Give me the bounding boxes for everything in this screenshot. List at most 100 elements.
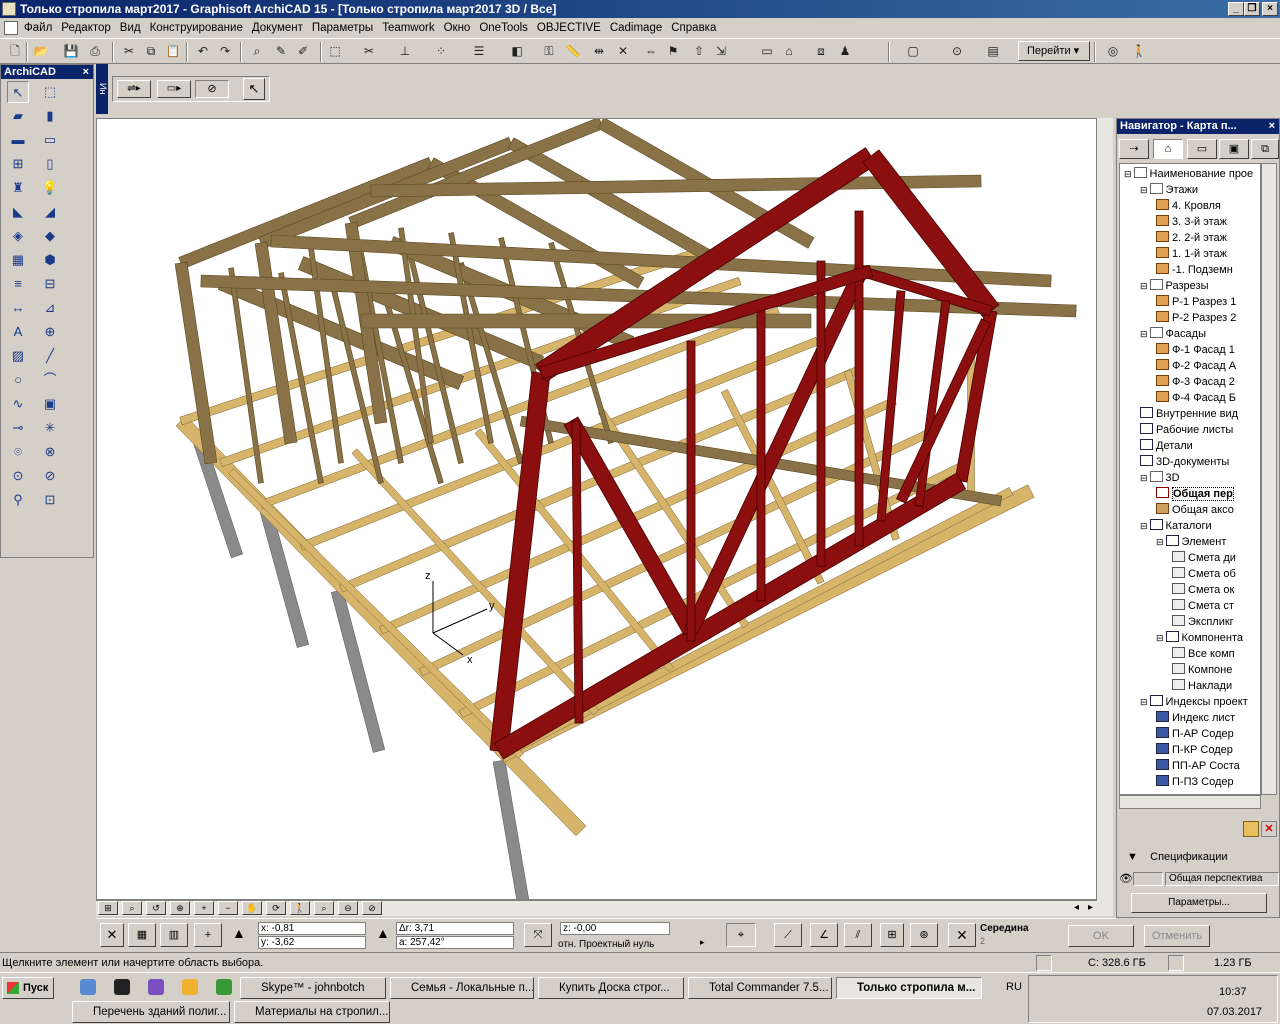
railing-tool-icon[interactable]: ⊟: [39, 273, 61, 295]
taskbar-window-button[interactable]: Skype™ - johnbotch: [240, 977, 386, 999]
section-icon[interactable]: ⊙: [948, 42, 966, 60]
menu-item-2[interactable]: Вид: [120, 22, 141, 34]
taskbar-window-button[interactable]: Total Commander 7.5...: [688, 977, 832, 999]
lamp-tool-icon[interactable]: 💡: [39, 177, 61, 199]
tree-node[interactable]: Ф-2 Фасад А: [1156, 358, 1236, 374]
camera-tool-icon[interactable]: ⌾: [7, 441, 29, 463]
split-icon[interactable]: ⇔: [642, 42, 660, 60]
tree-node[interactable]: ⊟ Каталоги: [1140, 518, 1212, 534]
marquee-icon[interactable]: ⬚: [326, 42, 344, 60]
close-button[interactable]: ×: [1262, 2, 1278, 16]
taskbar-window-button[interactable]: Купить Доска строг...: [538, 977, 684, 999]
zoom-view-icon[interactable]: ⌕: [122, 901, 142, 915]
figure-tool-icon[interactable]: ▣: [39, 393, 61, 415]
dimension-tool-icon[interactable]: ↔: [7, 297, 29, 319]
viewport-vertical-scrollbar[interactable]: [1097, 118, 1113, 916]
taskbar-window-button[interactable]: Перечень зданий полиг...: [72, 1001, 230, 1023]
open-icon[interactable]: 📂: [32, 42, 50, 60]
tree-node[interactable]: Ф-1 Фасад 1: [1156, 342, 1235, 358]
tree-node[interactable]: П-ПЗ Содер: [1156, 774, 1234, 790]
tree-node[interactable]: ⊟ Фасады: [1140, 326, 1206, 342]
tree-node[interactable]: П-АР Содер: [1156, 726, 1234, 742]
perpendicular-icon[interactable]: ⟋: [774, 923, 802, 947]
view-map-tab-icon[interactable]: ⌂: [1153, 139, 1183, 159]
user-origin-icon[interactable]: ⤧: [524, 923, 552, 947]
tree-node[interactable]: 3D-документы: [1140, 454, 1229, 470]
taskbar-window-button[interactable]: Материалы на стропил...: [234, 1001, 390, 1023]
tree-expander-icon[interactable]: ⊟: [1140, 185, 1148, 195]
tree-node[interactable]: Общая пер: [1156, 486, 1234, 502]
tree-node[interactable]: ⊟ Этажи: [1140, 182, 1198, 198]
tree-expander-icon[interactable]: ⊟: [1140, 329, 1148, 339]
tree-node[interactable]: Компоне: [1172, 662, 1232, 678]
object-tool-icon[interactable]: ♜: [7, 177, 29, 199]
spline-tool-icon[interactable]: ∿: [7, 393, 29, 415]
tree-expander-icon[interactable]: ⊟: [1156, 537, 1164, 547]
polyline-tool-icon[interactable]: ⌒: [39, 369, 61, 391]
ok-button[interactable]: OK: [1068, 925, 1134, 947]
zoom-in-icon[interactable]: +: [194, 901, 214, 915]
zone-tool-icon[interactable]: ◆: [39, 225, 61, 247]
tree-node[interactable]: Ф-4 Фасад Б: [1156, 390, 1236, 406]
save-icon[interactable]: 💾: [62, 42, 80, 60]
lock-icon[interactable]: ⚿: [540, 42, 558, 60]
x-coordinate-field[interactable]: x: -0,81: [258, 922, 366, 935]
shell-tool-icon[interactable]: ◢: [39, 201, 61, 223]
magic-wand-icon[interactable]: ⌖: [726, 923, 756, 947]
chrome-icon[interactable]: [216, 979, 232, 995]
tree-expander-icon[interactable]: ⊟: [1140, 697, 1148, 707]
cancel-input-icon[interactable]: ✕: [100, 923, 124, 947]
tree-expander-icon[interactable]: ⊟: [1124, 169, 1132, 179]
menu-item-4[interactable]: Документ: [252, 22, 303, 34]
tree-node[interactable]: 1. 1-й этаж: [1156, 246, 1227, 262]
navigator-close-icon[interactable]: ×: [1269, 119, 1275, 134]
tree-expander-icon[interactable]: ⊟: [1140, 281, 1148, 291]
menu-item-9[interactable]: OBJECTIVE: [537, 22, 601, 34]
reference-level-label[interactable]: отн. Проектный нуль: [558, 939, 654, 950]
clock-time[interactable]: 10:37: [1219, 986, 1247, 998]
resize-icon[interactable]: ⇲: [712, 42, 730, 60]
copy-icon[interactable]: ⧉: [142, 42, 160, 60]
slab-tool-icon[interactable]: ▭: [39, 129, 61, 151]
goto-button[interactable]: Перейти ▾: [1018, 41, 1090, 61]
3d-window-icon[interactable]: ⧈: [812, 42, 830, 60]
tree-node[interactable]: ⊟ 3D: [1140, 470, 1180, 486]
menu-item-3[interactable]: Конструирование: [150, 22, 243, 34]
door-tool-icon[interactable]: ▯: [39, 153, 61, 175]
publisher-tab-icon[interactable]: ▣: [1219, 139, 1249, 159]
tree-node[interactable]: Ф-3 Фасад 2: [1156, 374, 1235, 390]
cursor-snap-icon[interactable]: ⊛: [910, 923, 938, 947]
mirror-icon[interactable]: ⇹: [590, 42, 608, 60]
tree-horizontal-scrollbar[interactable]: [1119, 795, 1261, 809]
trim-icon[interactable]: ✂: [360, 42, 378, 60]
elevation-tool-icon[interactable]: ⊙: [7, 465, 29, 487]
paste-icon[interactable]: 📋: [164, 42, 182, 60]
project-map-tab-icon[interactable]: ⇢: [1119, 139, 1149, 159]
menu-item-6[interactable]: Teamwork: [382, 22, 434, 34]
drawing-tool-icon[interactable]: ⊡: [39, 489, 61, 511]
delete-icon[interactable]: ✕: [1261, 821, 1277, 837]
tree-node[interactable]: Все комп: [1172, 646, 1235, 662]
wall-tool-icon[interactable]: ▰: [7, 105, 29, 127]
stair-tool-icon[interactable]: ≡: [7, 273, 29, 295]
tree-node[interactable]: Смета ди: [1172, 550, 1236, 566]
menu-item-10[interactable]: Cadimage: [610, 22, 662, 34]
column-tool-icon[interactable]: ▮: [39, 105, 61, 127]
change-tool-icon[interactable]: ⚲: [7, 489, 29, 511]
align-icon[interactable]: ⊥: [396, 42, 414, 60]
parallel-icon[interactable]: ⫽: [844, 923, 872, 947]
start-button[interactable]: Пуск: [2, 977, 54, 999]
roof-tool-icon[interactable]: ◣: [7, 201, 29, 223]
zoom-next-icon[interactable]: ⊘: [362, 901, 382, 915]
tree-node[interactable]: Индекс лист: [1156, 710, 1235, 726]
circle-tool-icon[interactable]: ○: [7, 369, 29, 391]
delete-item-icon[interactable]: ✕: [614, 42, 632, 60]
hotspot-tool-icon[interactable]: ✳: [39, 417, 61, 439]
tree-vertical-scrollbar[interactable]: [1261, 163, 1277, 795]
tree-node[interactable]: -1. Подземн: [1156, 262, 1233, 278]
3d-viewport[interactable]: z y x: [96, 118, 1097, 900]
zoom-out-icon[interactable]: −: [218, 901, 238, 915]
tree-node[interactable]: 3. 3-й этаж: [1156, 214, 1227, 230]
tree-node[interactable]: Смета ст: [1172, 598, 1234, 614]
tree-node[interactable]: ⊟ Индексы проект: [1140, 694, 1248, 710]
